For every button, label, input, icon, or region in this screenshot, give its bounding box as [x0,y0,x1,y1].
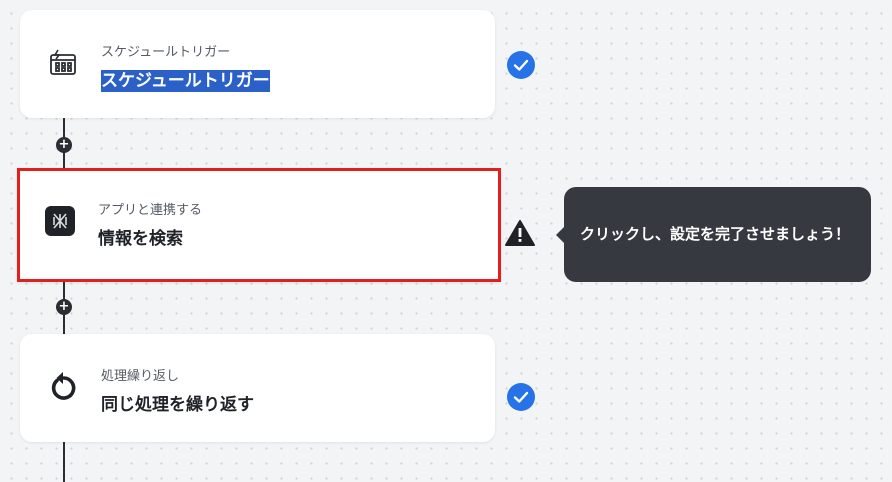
app-logo-icon [45,206,75,236]
step-type-label: アプリと連携する [98,203,203,218]
step-title: 情報を検索 [98,229,183,249]
complete-check-icon [507,383,535,411]
step-title: スケジュールトリガー [101,66,270,92]
add-step-button[interactable]: + [56,137,72,153]
setup-tooltip: クリックし、設定を完了させましょう！ [556,187,871,282]
flow-connector-3 [63,442,65,482]
selected-text: スケジュールトリガー [101,70,270,92]
calendar-lightning-icon [48,48,78,78]
refresh-icon [48,372,78,402]
flow-step-card-schedule-trigger[interactable]: スケジュールトリガー スケジュールトリガー [20,10,495,118]
complete-check-icon [507,51,535,79]
add-step-button[interactable]: + [56,299,72,315]
step-type-label: 処理繰り返し [101,369,180,384]
flow-step-card-search-info[interactable]: アプリと連携する 情報を検索 [17,168,501,282]
flow-step-card-repeat[interactable]: 処理繰り返し 同じ処理を繰り返す [20,334,495,442]
step-type-label: スケジュールトリガー [101,45,231,60]
step-title: 同じ処理を繰り返す [101,395,254,415]
warning-icon [505,219,535,247]
